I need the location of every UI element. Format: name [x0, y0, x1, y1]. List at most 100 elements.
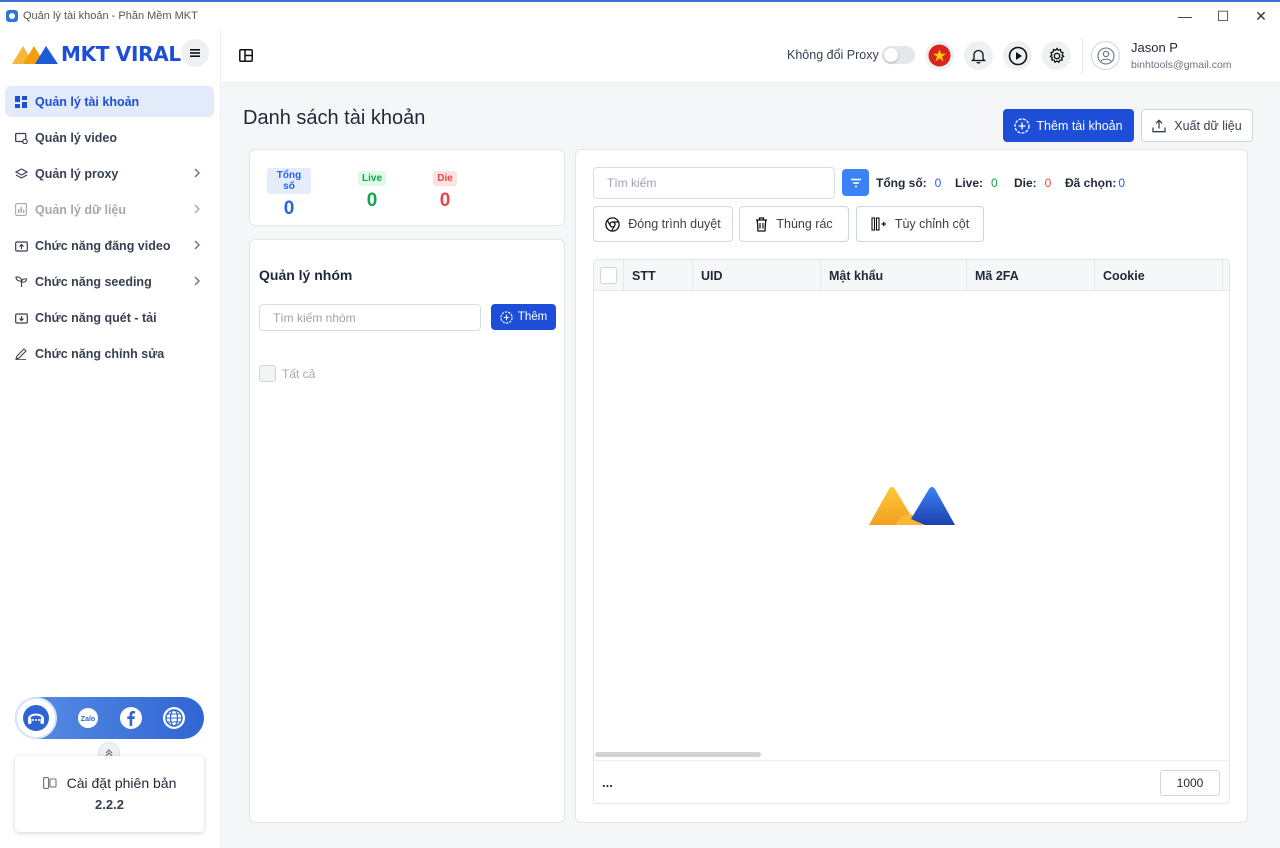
settings-button[interactable] — [1042, 41, 1071, 70]
language-flag-button[interactable] — [925, 41, 954, 70]
summary-selected-value: 0 — [1118, 176, 1126, 190]
window-title: Quản lý tài khoản - Phần Mềm MKT — [23, 10, 198, 22]
app-icon — [6, 10, 18, 22]
account-search-input[interactable]: Tìm kiếm — [593, 167, 835, 199]
column-header-stt[interactable]: STT — [624, 260, 693, 291]
group-search-input[interactable]: Tìm kiếm nhóm — [259, 304, 481, 331]
close-browser-label: Đóng trình duyệt — [628, 217, 721, 231]
sidebar-item-seeding[interactable]: Chức năng seeding — [5, 266, 214, 297]
sidebar-toggle-button[interactable] — [181, 39, 209, 67]
social-links-bar: Zalo — [15, 697, 204, 739]
more-indicator: ... — [602, 775, 613, 790]
scan-download-icon — [14, 311, 28, 325]
sidebar-item-edit[interactable]: Chức năng chỉnh sửa — [5, 338, 214, 369]
trash-label: Thùng rác — [776, 217, 833, 231]
user-icon — [1096, 46, 1115, 65]
chrome-icon — [605, 216, 621, 232]
add-account-button[interactable]: Thêm tài khoản — [1003, 109, 1134, 142]
sidebar-item-data[interactable]: Quản lý dữ liệu — [5, 194, 214, 225]
support-headset-icon[interactable] — [15, 697, 57, 739]
group-manager-card: Quản lý nhóm Tìm kiếm nhóm Thêm Tất cả — [249, 239, 565, 823]
sidebar-nav: Quản lý tài khoản Quản lý video Quản lý … — [5, 86, 214, 374]
table-header: STT UID Mật khẩu Mã 2FA Cookie — [594, 260, 1229, 291]
close-icon[interactable]: ✕ — [1242, 2, 1280, 30]
play-button[interactable] — [1003, 41, 1032, 70]
chevron-right-icon — [194, 204, 200, 214]
page-size-input[interactable]: 1000 — [1160, 770, 1220, 796]
stat-die-label: Die — [433, 171, 457, 186]
stat-total-value: 0 — [283, 198, 295, 219]
video-settings-icon — [14, 131, 28, 145]
horizontal-scrollbar[interactable] — [595, 752, 761, 757]
facebook-icon[interactable] — [119, 706, 143, 730]
upload-video-icon — [14, 239, 28, 253]
sidebar-item-label: Quản lý dữ liệu — [35, 202, 127, 217]
stat-die-value: 0 — [439, 190, 451, 211]
stat-total: Tổng số 0 — [267, 168, 311, 220]
summary-live-value: 0 — [991, 176, 998, 190]
columns-add-icon — [871, 217, 886, 231]
stat-total-label: Tổng số — [267, 168, 311, 194]
add-group-label: Thêm — [517, 311, 548, 323]
hamburger-icon — [190, 49, 200, 57]
brand-logo[interactable]: MKT VIRAL — [11, 42, 181, 66]
add-group-button[interactable]: Thêm — [491, 304, 556, 330]
version-card[interactable]: Cài đặt phiên bản 2.2.2 — [15, 756, 204, 832]
notifications-button[interactable] — [964, 41, 993, 70]
export-data-button[interactable]: Xuất dữ liệu — [1141, 109, 1253, 142]
summary-die: Die: 0 — [1014, 176, 1051, 190]
column-header-password[interactable]: Mật khẩu — [821, 260, 967, 291]
stat-live-value: 0 — [366, 190, 378, 211]
header-divider — [1082, 38, 1083, 74]
column-header-2fa[interactable]: Mã 2FA — [967, 260, 1095, 291]
customize-columns-label: Tùy chỉnh cột — [894, 217, 970, 231]
avatar[interactable] — [1091, 41, 1120, 70]
filter-icon — [850, 178, 861, 187]
maximize-icon[interactable]: ☐ — [1204, 2, 1242, 30]
window-titlebar: Quản lý tài khoản - Phần Mềm MKT — ☐ ✕ — [0, 0, 1280, 30]
accounts-card: Tìm kiếm Tổng số: 0 Live: 0 Die: 0 Đã chọn:… — [575, 149, 1248, 823]
stat-live: Live 0 — [358, 168, 387, 212]
user-email: binhtools@gmail.com — [1131, 59, 1232, 71]
summary-total-label: Tổng số: — [876, 176, 927, 190]
play-circle-icon — [1008, 46, 1027, 65]
accounts-table: STT UID Mật khẩu Mã 2FA Cookie ... 1000 — [593, 259, 1230, 804]
layers-icon — [14, 167, 28, 181]
gear-icon — [1048, 46, 1065, 63]
group-manager-title: Quản lý nhóm — [259, 267, 353, 283]
select-all-groups-checkbox[interactable] — [259, 365, 276, 382]
stat-live-label: Live — [358, 171, 387, 186]
sidebar: MKT VIRAL Quản lý tài khoản Quản lý vide… — [0, 30, 221, 848]
filter-button[interactable] — [842, 169, 869, 196]
user-name: Jason P — [1131, 40, 1178, 55]
sidebar-item-scan-download[interactable]: Chức năng quét - tải — [5, 302, 214, 333]
mkt-loading-logo-icon — [869, 487, 955, 525]
column-header-cookie[interactable]: Cookie — [1095, 260, 1223, 291]
trash-button[interactable]: Thùng rác — [739, 206, 849, 242]
sidebar-item-upload-video[interactable]: Chức năng đăng video — [5, 230, 214, 261]
summary-total: Tổng số: 0 — [876, 176, 941, 190]
chevron-right-icon — [194, 276, 200, 286]
sidebar-item-accounts[interactable]: Quản lý tài khoản — [5, 86, 214, 117]
vietnam-flag-icon — [928, 44, 951, 67]
table-footer: ... 1000 — [594, 760, 1229, 803]
close-browser-button[interactable]: Đóng trình duyệt — [593, 206, 733, 242]
version-label: Cài đặt phiên bản — [66, 775, 177, 791]
sidebar-item-videos[interactable]: Quản lý video — [5, 122, 214, 153]
sidebar-item-label: Quản lý tài khoản — [35, 94, 140, 109]
select-all-rows-checkbox[interactable] — [600, 267, 617, 284]
proxy-toggle[interactable] — [882, 46, 915, 64]
column-header-uid[interactable]: UID — [693, 260, 821, 291]
summary-live: Live: 0 — [955, 176, 998, 190]
layout-panel-icon[interactable] — [239, 49, 253, 62]
sidebar-item-proxy[interactable]: Quản lý proxy — [5, 158, 214, 189]
sidebar-item-label: Chức năng đăng video — [35, 238, 171, 253]
page-title: Danh sách tài khoản — [243, 107, 426, 129]
minimize-icon[interactable]: — — [1166, 2, 1204, 30]
summary-die-label: Die: — [1014, 176, 1037, 190]
globe-icon[interactable] — [162, 706, 186, 730]
stat-die: Die 0 — [433, 168, 457, 212]
zalo-icon[interactable]: Zalo — [76, 706, 100, 730]
customize-columns-button[interactable]: Tùy chỉnh cột — [856, 206, 984, 242]
summary-total-value: 0 — [934, 176, 942, 190]
